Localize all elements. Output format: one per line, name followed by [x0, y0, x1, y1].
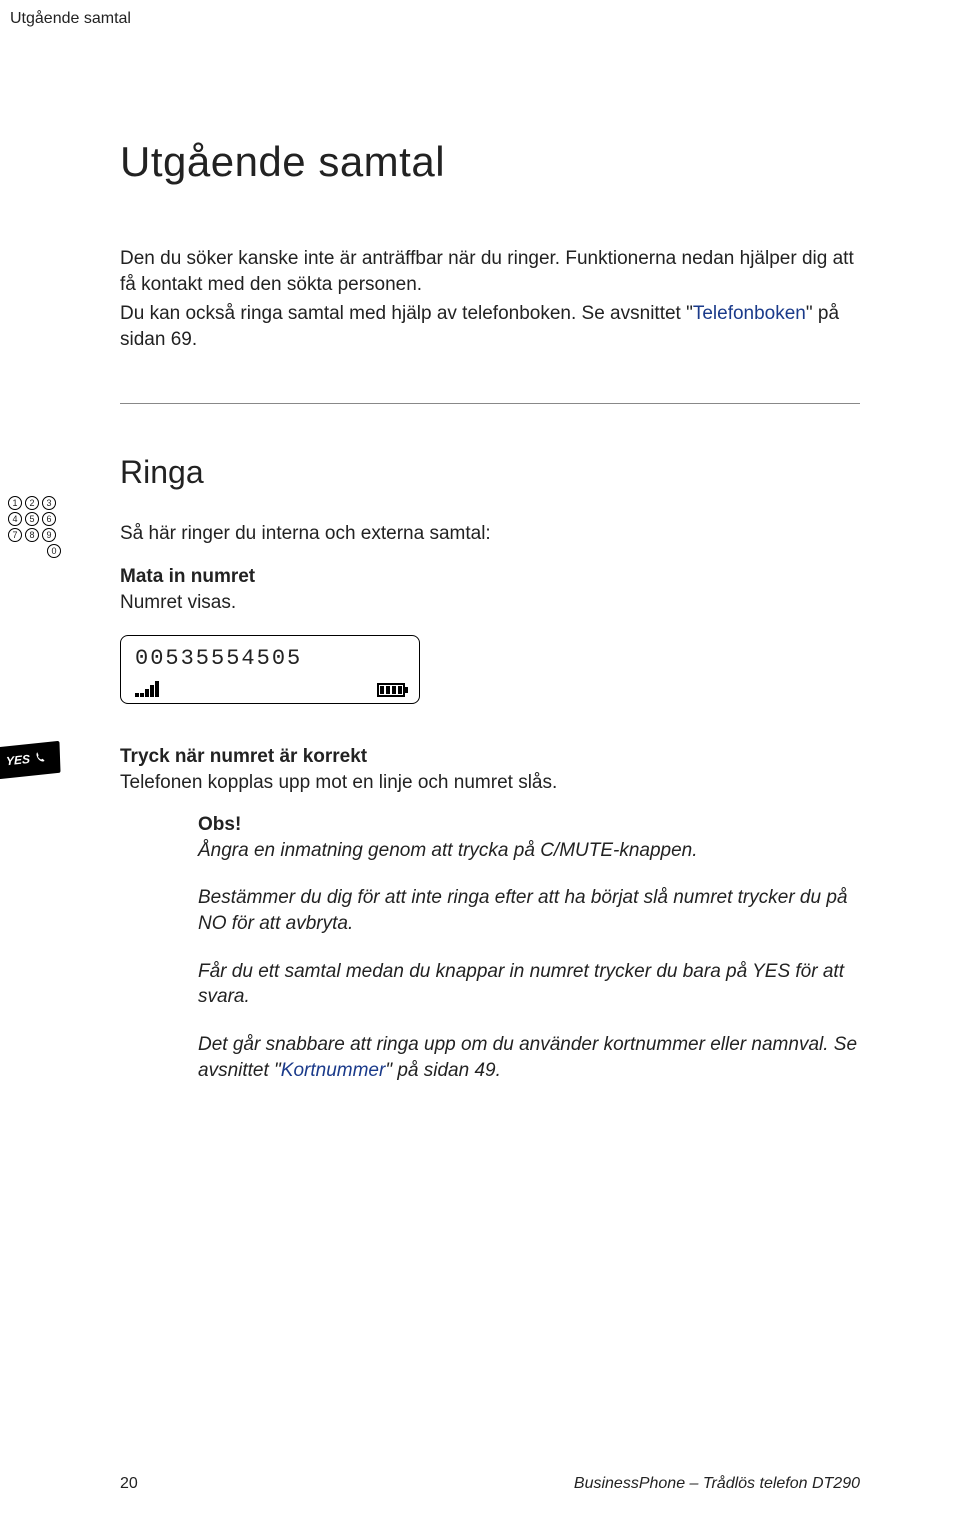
note-title: Obs! [198, 814, 860, 836]
section-heading-ringa: Ringa [120, 454, 860, 491]
product-name: BusinessPhone – Trådlös telefon DT290 [574, 1475, 860, 1493]
ringa-instr-2-normal: Numret visas. [120, 592, 236, 613]
divider [120, 403, 860, 404]
note-2: Bestämmer du dig för att inte ringa efte… [198, 885, 860, 936]
note-3: Får du ett samtal medan du knappar in nu… [198, 959, 860, 1010]
display-number: 00535554505 [135, 646, 405, 671]
link-telefonboken[interactable]: Telefonboken [693, 303, 806, 324]
intro-paragraph-1: Den du söker kanske inte är anträffbar n… [120, 246, 860, 297]
keypad-key: 7 [8, 528, 22, 542]
keypad-key: 4 [8, 512, 22, 526]
keypad-key: 2 [25, 496, 39, 510]
phone-display: 00535554505 [120, 635, 420, 704]
note-4b: " på sidan 49. [385, 1060, 501, 1081]
note-1: Ångra en inmatning genom att trycka på C… [198, 838, 860, 864]
running-header: Utgående samtal [0, 0, 960, 28]
intro-text-a: Du kan också ringa samtal med hjälp av t… [120, 303, 693, 324]
page-title: Utgående samtal [120, 138, 860, 186]
yes-button-icon: YES [0, 741, 61, 779]
keypad-key: 0 [47, 544, 61, 558]
keypad-key: 6 [42, 512, 56, 526]
note-4: Det går snabbare att ringa upp om du anv… [198, 1032, 860, 1083]
keypad-key: 5 [25, 512, 39, 526]
ringa-instr-2-bold: Mata in numret [120, 566, 255, 587]
link-kortnummer[interactable]: Kortnummer [281, 1060, 386, 1081]
keypad-icon: 1 2 3 4 5 6 7 8 9 0 [8, 496, 100, 558]
intro-paragraph-2: Du kan också ringa samtal med hjälp av t… [120, 301, 860, 352]
signal-icon [135, 681, 159, 697]
page-number: 20 [120, 1475, 138, 1493]
ringa-instr-1: Så här ringer du interna och externa sam… [120, 521, 860, 547]
ringa-instr-3-normal: Telefonen kopplas upp mot en linje och n… [120, 772, 557, 793]
handset-icon [34, 751, 48, 766]
yes-label: YES [6, 752, 30, 768]
keypad-key: 8 [25, 528, 39, 542]
keypad-key: 9 [42, 528, 56, 542]
keypad-key: 1 [8, 496, 22, 510]
ringa-instr-3-bold: Tryck när numret är korrekt [120, 746, 367, 767]
keypad-key: 3 [42, 496, 56, 510]
battery-icon [377, 683, 405, 697]
